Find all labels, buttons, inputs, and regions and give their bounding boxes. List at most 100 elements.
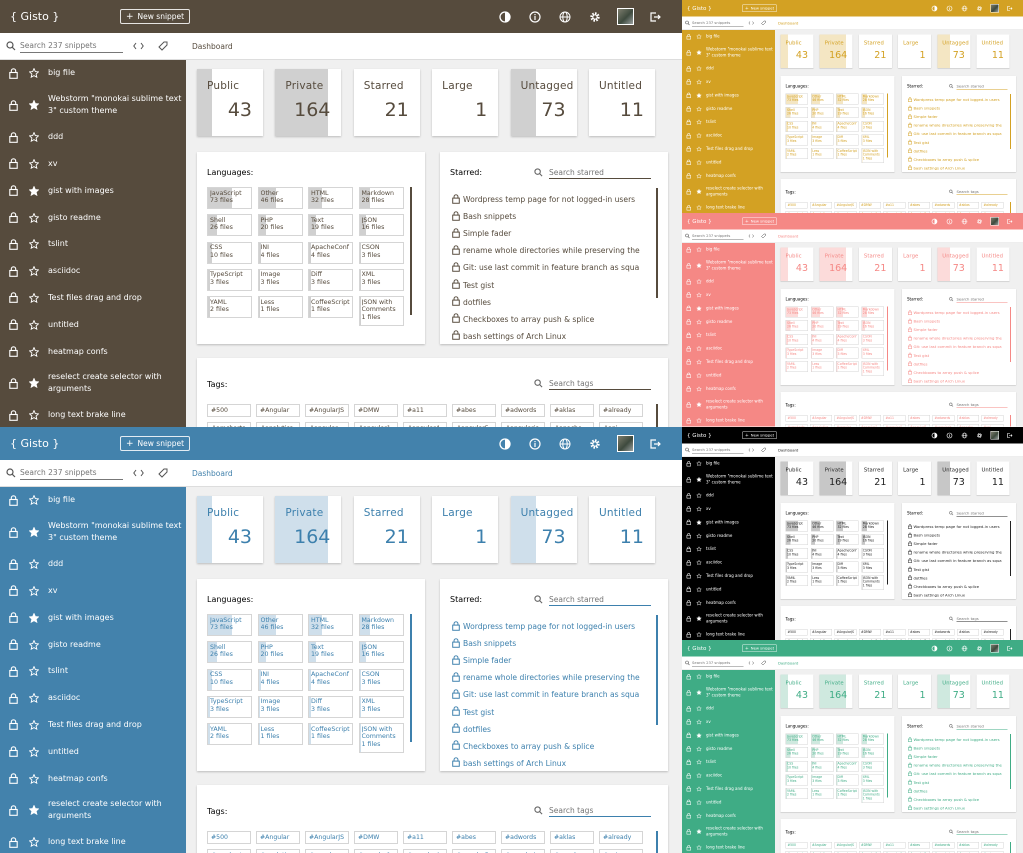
tags-search-input[interactable] bbox=[549, 377, 651, 390]
language-item[interactable]: INI 4 files bbox=[810, 547, 834, 559]
starred-item[interactable]: Checkboxes to array push & splice bbox=[908, 795, 1006, 804]
avatar[interactable] bbox=[610, 0, 640, 33]
language-item[interactable]: Text 19 files bbox=[836, 534, 859, 546]
snippet-item[interactable]: gist with images bbox=[0, 177, 186, 204]
logout-icon[interactable] bbox=[1002, 427, 1017, 444]
star-icon[interactable] bbox=[692, 119, 706, 125]
code-toggle-icon[interactable] bbox=[746, 231, 756, 241]
language-item[interactable]: CSS 10 files bbox=[785, 333, 808, 345]
language-item[interactable]: Diff 3 files bbox=[836, 347, 859, 359]
starred-item[interactable]: rename whole directories while preservin… bbox=[908, 548, 1006, 557]
snippet-item[interactable]: Webstorm "monokai sublime text 3" custom… bbox=[0, 514, 186, 551]
snippet-item[interactable]: reselect create selector with arguments bbox=[0, 792, 186, 829]
language-item[interactable]: Other 46 files bbox=[810, 733, 834, 745]
tag-item[interactable]: #DMW bbox=[859, 415, 881, 422]
starred-item[interactable]: rename whole directories while preservin… bbox=[452, 669, 647, 686]
tag-item[interactable]: #already bbox=[981, 202, 1004, 209]
star-icon[interactable] bbox=[692, 319, 706, 325]
language-item[interactable]: Image 3 files bbox=[257, 268, 303, 291]
stat-card-public[interactable]: Public 43 bbox=[780, 34, 814, 68]
language-item[interactable]: YAML 2 files bbox=[785, 788, 808, 800]
tag-icon[interactable] bbox=[759, 18, 769, 28]
language-item[interactable]: HTML 32 files bbox=[836, 733, 859, 745]
language-item[interactable]: XML 3 files bbox=[861, 134, 884, 146]
breadcrumb[interactable]: Dashboard bbox=[778, 234, 798, 239]
star-icon[interactable] bbox=[692, 586, 706, 592]
starred-item[interactable]: rename whole directories while preservin… bbox=[908, 334, 1006, 343]
language-item[interactable]: Shell 26 files bbox=[785, 107, 808, 119]
languages-scrollbar[interactable] bbox=[410, 187, 412, 315]
language-item[interactable]: PHP 20 files bbox=[810, 107, 834, 119]
star-icon[interactable] bbox=[20, 212, 48, 223]
starred-item[interactable]: Wordpress temp page for not logged-in us… bbox=[908, 736, 1006, 745]
language-item[interactable]: CSON 3 files bbox=[358, 241, 404, 264]
tag-item[interactable]: #Angular bbox=[256, 831, 300, 844]
gear-icon[interactable] bbox=[972, 0, 987, 17]
snippet-item[interactable]: tslint bbox=[682, 328, 775, 341]
language-item[interactable]: CSS 10 files bbox=[207, 668, 252, 691]
stat-card-untagged[interactable]: Untagged 73 bbox=[937, 461, 971, 495]
language-item[interactable]: INI 4 files bbox=[257, 668, 303, 691]
snippet-item[interactable]: xv bbox=[682, 715, 775, 728]
tag-item[interactable]: #angularjs bbox=[501, 849, 545, 853]
language-item[interactable]: Diff 3 files bbox=[836, 774, 859, 786]
language-item[interactable]: JavaScript 73 files bbox=[785, 306, 808, 318]
starred-item[interactable]: Git: use last commit in feature branch a… bbox=[452, 686, 647, 703]
starred-item[interactable]: Bash snippets bbox=[452, 635, 647, 652]
snippet-item[interactable]: big file bbox=[682, 670, 775, 683]
gear-icon[interactable] bbox=[972, 640, 987, 657]
language-item[interactable]: XML 3 files bbox=[861, 561, 884, 573]
stat-card-large[interactable]: Large 1 bbox=[898, 461, 932, 495]
star-icon[interactable] bbox=[20, 68, 48, 79]
globe-icon[interactable] bbox=[550, 427, 580, 460]
snippet-item[interactable]: long text brake line bbox=[682, 628, 775, 640]
languages-scrollbar[interactable] bbox=[410, 614, 412, 742]
star-filled-icon[interactable] bbox=[692, 829, 706, 835]
language-item[interactable]: XML 3 files bbox=[358, 695, 404, 718]
language-item[interactable]: JSON with Comments 1 files bbox=[861, 361, 884, 377]
snippet-item[interactable]: ddd bbox=[682, 702, 775, 715]
star-icon[interactable] bbox=[692, 386, 706, 392]
language-item[interactable]: PHP 20 files bbox=[257, 214, 303, 237]
stat-card-private[interactable]: Private 164 bbox=[819, 674, 853, 708]
tag-item[interactable]: #500 bbox=[207, 831, 251, 844]
tag-item[interactable]: #angular4 bbox=[403, 849, 447, 853]
snippet-item[interactable]: asciidoc bbox=[0, 258, 186, 285]
language-item[interactable]: XML 3 files bbox=[861, 774, 884, 786]
info-icon[interactable] bbox=[520, 0, 550, 33]
starred-search-input[interactable] bbox=[956, 510, 1008, 517]
language-item[interactable]: Less 1 files bbox=[810, 148, 834, 160]
tag-item[interactable]: #abes bbox=[908, 629, 930, 636]
tag-item[interactable]: #abes bbox=[908, 415, 930, 422]
theme-icon[interactable] bbox=[927, 427, 942, 444]
language-item[interactable]: TypeScript 3 files bbox=[207, 695, 252, 718]
star-icon[interactable] bbox=[692, 506, 706, 512]
starred-item[interactable]: rename whole directories while preservin… bbox=[452, 242, 647, 259]
language-item[interactable]: CSON 3 files bbox=[861, 547, 884, 559]
starred-item[interactable]: bash settings of Arch Linux bbox=[908, 377, 1006, 385]
star-icon[interactable] bbox=[692, 706, 706, 712]
language-item[interactable]: CoffeeScript 1 files bbox=[836, 788, 859, 800]
starred-item[interactable]: Git: use last commit in feature branch a… bbox=[908, 770, 1006, 779]
tags-search-input[interactable] bbox=[549, 804, 651, 817]
language-item[interactable]: INI 4 files bbox=[810, 760, 834, 772]
language-item[interactable]: HTML 32 files bbox=[836, 520, 859, 532]
star-icon[interactable] bbox=[20, 239, 48, 250]
tag-item[interactable]: #DMW bbox=[354, 404, 398, 417]
language-item[interactable]: Markdown 28 files bbox=[358, 614, 404, 636]
star-icon[interactable] bbox=[692, 632, 706, 638]
star-icon[interactable] bbox=[692, 34, 706, 40]
star-icon[interactable] bbox=[692, 759, 706, 765]
tag-item[interactable]: #DMW bbox=[354, 831, 398, 844]
star-filled-icon[interactable] bbox=[692, 402, 706, 408]
new-snippet-button[interactable]: + New snippet bbox=[742, 644, 778, 652]
language-item[interactable]: Text 19 files bbox=[308, 214, 353, 237]
starred-item[interactable]: bash settings of Arch Linux bbox=[452, 328, 647, 344]
star-icon[interactable] bbox=[20, 495, 48, 506]
star-icon[interactable] bbox=[692, 600, 706, 606]
info-icon[interactable] bbox=[942, 0, 957, 17]
starred-search-input[interactable] bbox=[956, 296, 1008, 303]
starred-item[interactable]: Bash snippets bbox=[908, 531, 1006, 540]
star-icon[interactable] bbox=[692, 146, 706, 152]
snippet-item[interactable]: long text brake line bbox=[682, 841, 775, 853]
